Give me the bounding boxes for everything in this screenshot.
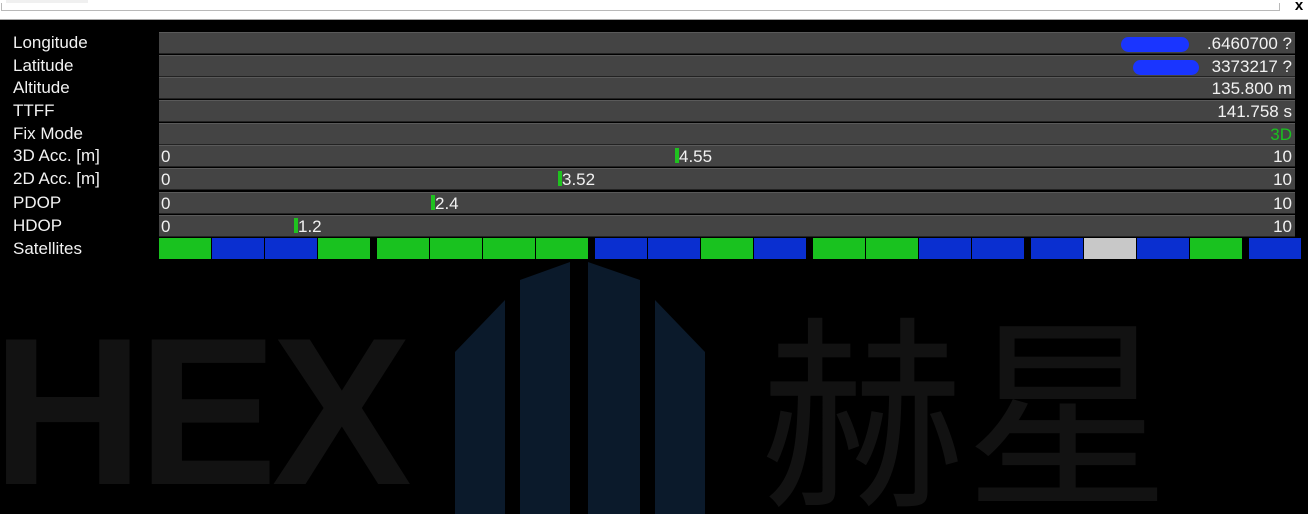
redaction-mark: [1121, 37, 1189, 52]
gauge-row: 2D Acc. [m] 0 3.52 10: [0, 167, 1308, 191]
info-row: Altitude 135.800 m: [0, 76, 1308, 100]
satellite-block: [1084, 238, 1136, 259]
info-value: 3D: [1270, 124, 1292, 144]
satellite-block: [430, 238, 482, 259]
gauge-track: 0 3.52 10: [159, 168, 1295, 191]
gauge-track: 0 4.55 10: [159, 145, 1295, 167]
satellite-block: [595, 238, 647, 259]
info-row: Latitude 3373217 ?: [0, 54, 1308, 77]
info-row: Fix Mode 3D: [0, 122, 1308, 145]
satellite-block: [1137, 238, 1189, 259]
info-row: Longitude .6460700 ?: [0, 31, 1308, 54]
satellites-label: Satellites: [13, 239, 82, 258]
watermark-cjk: 赫星: [760, 301, 1170, 514]
gauge-max: 10: [1273, 216, 1292, 236]
gauge-label: PDOP: [13, 192, 62, 212]
gauge-min: 0: [161, 216, 171, 236]
info-label: Altitude: [13, 78, 70, 98]
satellite-block: [1190, 238, 1242, 259]
redaction-mark: [1133, 59, 1199, 75]
info-label: Latitude: [13, 55, 74, 75]
satellite-block: [536, 238, 588, 259]
info-label: Fix Mode: [13, 123, 83, 143]
info-field: .6460700 ?: [159, 32, 1295, 54]
satellite-block: [919, 238, 971, 259]
info-field: 3D: [159, 122, 1295, 145]
satellite-block: [701, 238, 753, 259]
gauge-min: 0: [161, 193, 171, 213]
satellite-block: [1249, 238, 1301, 259]
satellite-block: [972, 238, 1024, 259]
watermark-latin: HEX: [0, 294, 411, 514]
title-bar: [0, 0, 1308, 20]
hexstar-watermark: HEX 赫星: [0, 262, 1170, 514]
gauge-label: 3D Acc. [m]: [13, 146, 100, 165]
info-value: 141.758 s: [1217, 102, 1292, 122]
gauge-value: 4.55: [679, 147, 713, 166]
satellite-block: [377, 238, 429, 259]
gauge-min: 0: [161, 170, 171, 190]
gauge-track: 0 1.2 10: [159, 214, 1295, 237]
satellite-block: [483, 238, 535, 259]
gauge-value: 1.2: [298, 216, 322, 236]
gauge-row: PDOP 0 2.4 10: [0, 191, 1308, 214]
satellite-block: [1031, 238, 1083, 259]
satellite-block: [648, 238, 700, 259]
info-row: TTFF 141.758 s: [0, 99, 1308, 123]
info-field: 141.758 s: [159, 100, 1295, 123]
gauge-row: 3D Acc. [m] 0 4.55 10: [0, 144, 1308, 167]
gauge-value: 3.52: [562, 170, 596, 190]
satellite-block: [866, 238, 918, 259]
info-field: 3373217 ?: [159, 54, 1295, 77]
title-field: [1, 3, 1280, 11]
satellite-block: [212, 238, 264, 259]
info-value: 3373217 ?: [1211, 56, 1292, 76]
gauge-label: HDOP: [13, 215, 63, 235]
info-label: Longitude: [13, 33, 88, 52]
gauge-max: 10: [1273, 147, 1292, 166]
gauge-min: 0: [161, 147, 171, 166]
info-value: .6460700 ?: [1206, 34, 1292, 53]
info-value: 135.800 m: [1211, 79, 1292, 99]
satellite-block: [265, 238, 317, 259]
info-label: TTFF: [13, 101, 55, 121]
gauge-label: 2D Acc. [m]: [13, 169, 100, 189]
gauge-value: 2.4: [435, 193, 459, 213]
gauge-max: 10: [1273, 193, 1292, 213]
satellite-block: [159, 238, 211, 259]
info-field: 135.800 m: [159, 77, 1295, 100]
satellite-block: [318, 238, 370, 259]
satellite-block: [754, 238, 806, 259]
satellite-bar: [159, 238, 1301, 260]
gauge-max: 10: [1273, 170, 1292, 190]
hexstar-logo-icon: [455, 262, 705, 514]
gauge-row: HDOP 0 1.2 10: [0, 214, 1308, 237]
satellite-block: [813, 238, 865, 259]
gauge-track: 0 2.4 10: [159, 191, 1295, 214]
close-icon[interactable]: x: [1292, 0, 1306, 13]
